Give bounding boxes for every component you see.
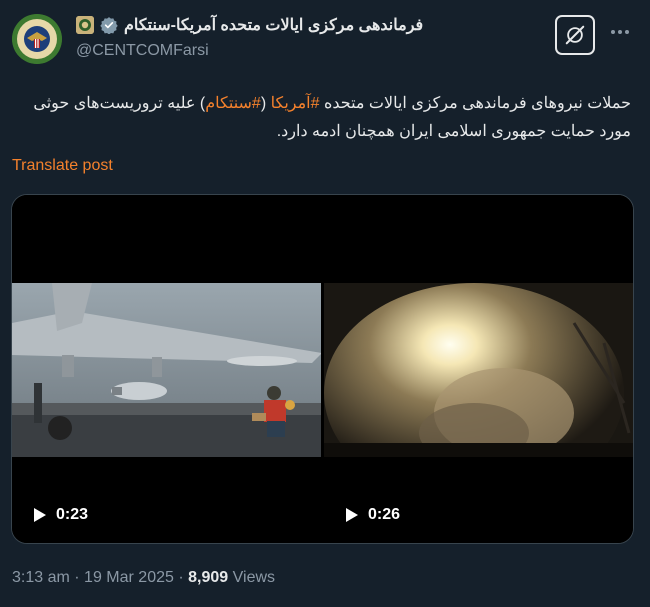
tweet-text-part: حملات نیروهای فرماندهی مرکزی ایالات متحد…	[319, 95, 631, 112]
display-name[interactable]: فرماندهی مرکزی ایالات متحده آمریکا-سنتکا…	[124, 15, 423, 35]
video-duration: 0:23	[56, 506, 89, 523]
play-icon	[346, 508, 358, 522]
play-icon	[34, 508, 46, 522]
post-date[interactable]: 19 Mar 2025	[84, 569, 174, 586]
views-label: Views	[232, 569, 276, 586]
avatar[interactable]	[12, 14, 62, 64]
verified-badge-icon	[100, 16, 118, 35]
centcom-seal-icon	[12, 14, 62, 64]
separator: ·	[74, 569, 85, 586]
account-name-row[interactable]: فرماندهی مرکزی ایالات متحده آمریکا-سنتکا…	[76, 14, 423, 36]
more-options-button[interactable]	[608, 20, 632, 44]
grok-button[interactable]	[555, 15, 595, 55]
separator: ·	[178, 569, 189, 586]
views-count: 8,909	[188, 569, 229, 586]
tweet-text: حملات نیروهای فرماندهی مرکزی ایالات متحد…	[12, 90, 631, 146]
post-time[interactable]: 3:13 am	[12, 569, 70, 586]
play-control[interactable]: 0:26	[346, 506, 400, 524]
video-player[interactable]: 0:23	[12, 195, 321, 543]
media-grid: 0:23 0:26	[11, 194, 634, 544]
hashtag-link[interactable]: #سنتکام	[205, 95, 261, 112]
video-player[interactable]: 0:26	[324, 195, 633, 543]
translate-post-link[interactable]: Translate post	[12, 157, 113, 175]
grok-icon	[565, 25, 585, 45]
hashtag-link[interactable]: #آمریکا	[271, 95, 320, 112]
video-thumbnail	[12, 283, 321, 457]
account-handle[interactable]: @CENTCOMFarsi	[76, 42, 209, 60]
tweet-meta: 3:13 am · 19 Mar 2025 · 8,909 Views	[12, 569, 275, 587]
video-duration: 0:26	[368, 506, 401, 523]
more-icon	[611, 30, 629, 34]
tweet-text-part: (	[260, 95, 271, 112]
video-thumbnail	[324, 283, 633, 457]
play-control[interactable]: 0:23	[34, 506, 88, 524]
affiliate-badge-icon	[76, 16, 94, 34]
